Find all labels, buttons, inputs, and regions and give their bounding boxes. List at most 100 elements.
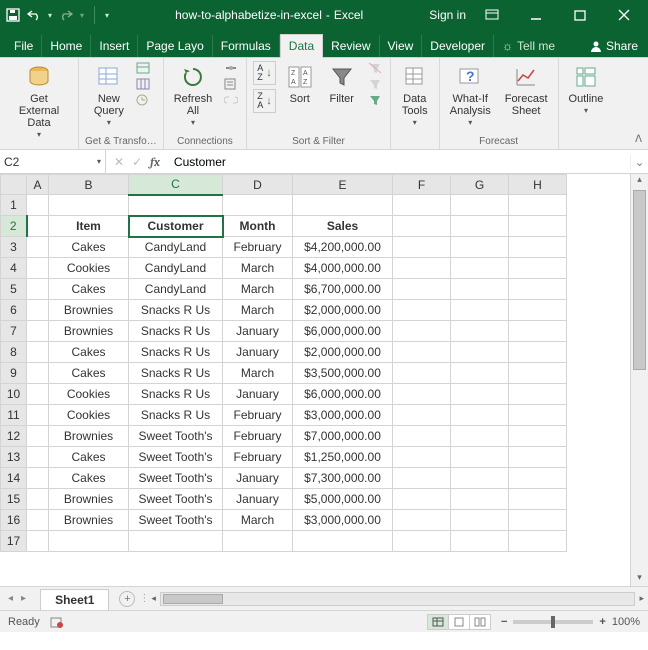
cell-B15[interactable]: Brownies — [49, 489, 129, 510]
cell-F5[interactable] — [393, 279, 451, 300]
tab-formulas[interactable]: Formulas — [213, 35, 280, 57]
column-header-A[interactable]: A — [27, 175, 49, 195]
cell-H1[interactable] — [509, 195, 567, 216]
row-header-12[interactable]: 12 — [1, 426, 27, 447]
cell-G12[interactable] — [451, 426, 509, 447]
cell-C9[interactable]: Snacks R Us — [129, 363, 223, 384]
cell-H11[interactable] — [509, 405, 567, 426]
normal-view-button[interactable] — [427, 614, 449, 630]
row-header-17[interactable]: 17 — [1, 531, 27, 552]
zoom-in-button[interactable]: + — [599, 616, 605, 628]
cell-E17[interactable] — [293, 531, 393, 552]
cell-H17[interactable] — [509, 531, 567, 552]
row-header-8[interactable]: 8 — [1, 342, 27, 363]
zoom-slider[interactable] — [513, 620, 593, 624]
cell-H13[interactable] — [509, 447, 567, 468]
row-header-1[interactable]: 1 — [1, 195, 27, 216]
cell-A16[interactable] — [27, 510, 49, 531]
cell-C8[interactable]: Snacks R Us — [129, 342, 223, 363]
cell-B12[interactable]: Brownies — [49, 426, 129, 447]
connections-button[interactable] — [222, 61, 240, 75]
column-header-B[interactable]: B — [49, 175, 129, 195]
cell-F2[interactable] — [393, 216, 451, 237]
cell-G9[interactable] — [451, 363, 509, 384]
cell-F9[interactable] — [393, 363, 451, 384]
redo-icon[interactable] — [58, 8, 74, 22]
cell-D15[interactable]: January — [223, 489, 293, 510]
close-icon[interactable] — [606, 3, 642, 27]
row-header-9[interactable]: 9 — [1, 363, 27, 384]
cell-D8[interactable]: January — [223, 342, 293, 363]
cell-F17[interactable] — [393, 531, 451, 552]
cell-F11[interactable] — [393, 405, 451, 426]
cell-H4[interactable] — [509, 258, 567, 279]
cell-B5[interactable]: Cakes — [49, 279, 129, 300]
cell-B8[interactable]: Cakes — [49, 342, 129, 363]
cell-E2[interactable]: Sales — [293, 216, 393, 237]
cell-E3[interactable]: $4,200,000.00 — [293, 237, 393, 258]
cell-H7[interactable] — [509, 321, 567, 342]
cell-G6[interactable] — [451, 300, 509, 321]
cell-G17[interactable] — [451, 531, 509, 552]
cell-A9[interactable] — [27, 363, 49, 384]
cell-A5[interactable] — [27, 279, 49, 300]
sort-az-button[interactable]: AZ↓ — [253, 61, 276, 85]
cell-E4[interactable]: $4,000,000.00 — [293, 258, 393, 279]
cell-E14[interactable]: $7,300,000.00 — [293, 468, 393, 489]
grid[interactable]: ABCDEFGH12ItemCustomerMonthSales3CakesCa… — [0, 174, 630, 586]
cell-G11[interactable] — [451, 405, 509, 426]
filter-button[interactable]: Filter — [324, 61, 360, 107]
cell-G15[interactable] — [451, 489, 509, 510]
new-sheet-button[interactable]: + — [119, 591, 135, 607]
row-header-3[interactable]: 3 — [1, 237, 27, 258]
cell-E8[interactable]: $2,000,000.00 — [293, 342, 393, 363]
scrollbar-thumb[interactable] — [633, 190, 646, 370]
cell-D11[interactable]: February — [223, 405, 293, 426]
column-header-E[interactable]: E — [293, 175, 393, 195]
cell-H8[interactable] — [509, 342, 567, 363]
cell-E15[interactable]: $5,000,000.00 — [293, 489, 393, 510]
macro-record-icon[interactable] — [50, 616, 64, 628]
properties-button[interactable] — [222, 77, 240, 91]
tab-insert[interactable]: Insert — [91, 35, 138, 57]
cell-D17[interactable] — [223, 531, 293, 552]
cell-B7[interactable]: Brownies — [49, 321, 129, 342]
cell-C6[interactable]: Snacks R Us — [129, 300, 223, 321]
cell-G10[interactable] — [451, 384, 509, 405]
cell-B16[interactable]: Brownies — [49, 510, 129, 531]
scroll-up-icon[interactable]: ▴ — [631, 174, 648, 188]
select-all-corner[interactable] — [1, 175, 27, 195]
cell-D10[interactable]: January — [223, 384, 293, 405]
tab-view[interactable]: View — [380, 35, 423, 57]
row-header-16[interactable]: 16 — [1, 510, 27, 531]
cell-A1[interactable] — [27, 195, 49, 216]
cell-H12[interactable] — [509, 426, 567, 447]
cell-B6[interactable]: Brownies — [49, 300, 129, 321]
row-header-6[interactable]: 6 — [1, 300, 27, 321]
cell-F13[interactable] — [393, 447, 451, 468]
cell-H9[interactable] — [509, 363, 567, 384]
sign-in-link[interactable]: Sign in — [429, 8, 466, 22]
cell-B3[interactable]: Cakes — [49, 237, 129, 258]
row-header-5[interactable]: 5 — [1, 279, 27, 300]
page-break-view-button[interactable] — [469, 614, 491, 630]
cell-A15[interactable] — [27, 489, 49, 510]
cell-H5[interactable] — [509, 279, 567, 300]
cell-F16[interactable] — [393, 510, 451, 531]
redo-more-icon[interactable]: ▾ — [80, 11, 84, 20]
cell-E1[interactable] — [293, 195, 393, 216]
cell-D12[interactable]: February — [223, 426, 293, 447]
cell-C10[interactable]: Snacks R Us — [129, 384, 223, 405]
cell-E9[interactable]: $3,500,000.00 — [293, 363, 393, 384]
from-table-button[interactable] — [134, 77, 152, 91]
undo-more-icon[interactable]: ▾ — [48, 11, 52, 20]
cell-C4[interactable]: CandyLand — [129, 258, 223, 279]
scroll-left-icon[interactable]: ◂ — [151, 593, 156, 604]
column-header-D[interactable]: D — [223, 175, 293, 195]
recent-sources-button[interactable] — [134, 93, 152, 107]
sort-button[interactable]: ZAAZ Sort — [282, 61, 318, 107]
cell-A6[interactable] — [27, 300, 49, 321]
cell-A12[interactable] — [27, 426, 49, 447]
cell-E6[interactable]: $2,000,000.00 — [293, 300, 393, 321]
outline-button[interactable]: Outline ▾ — [565, 61, 608, 118]
